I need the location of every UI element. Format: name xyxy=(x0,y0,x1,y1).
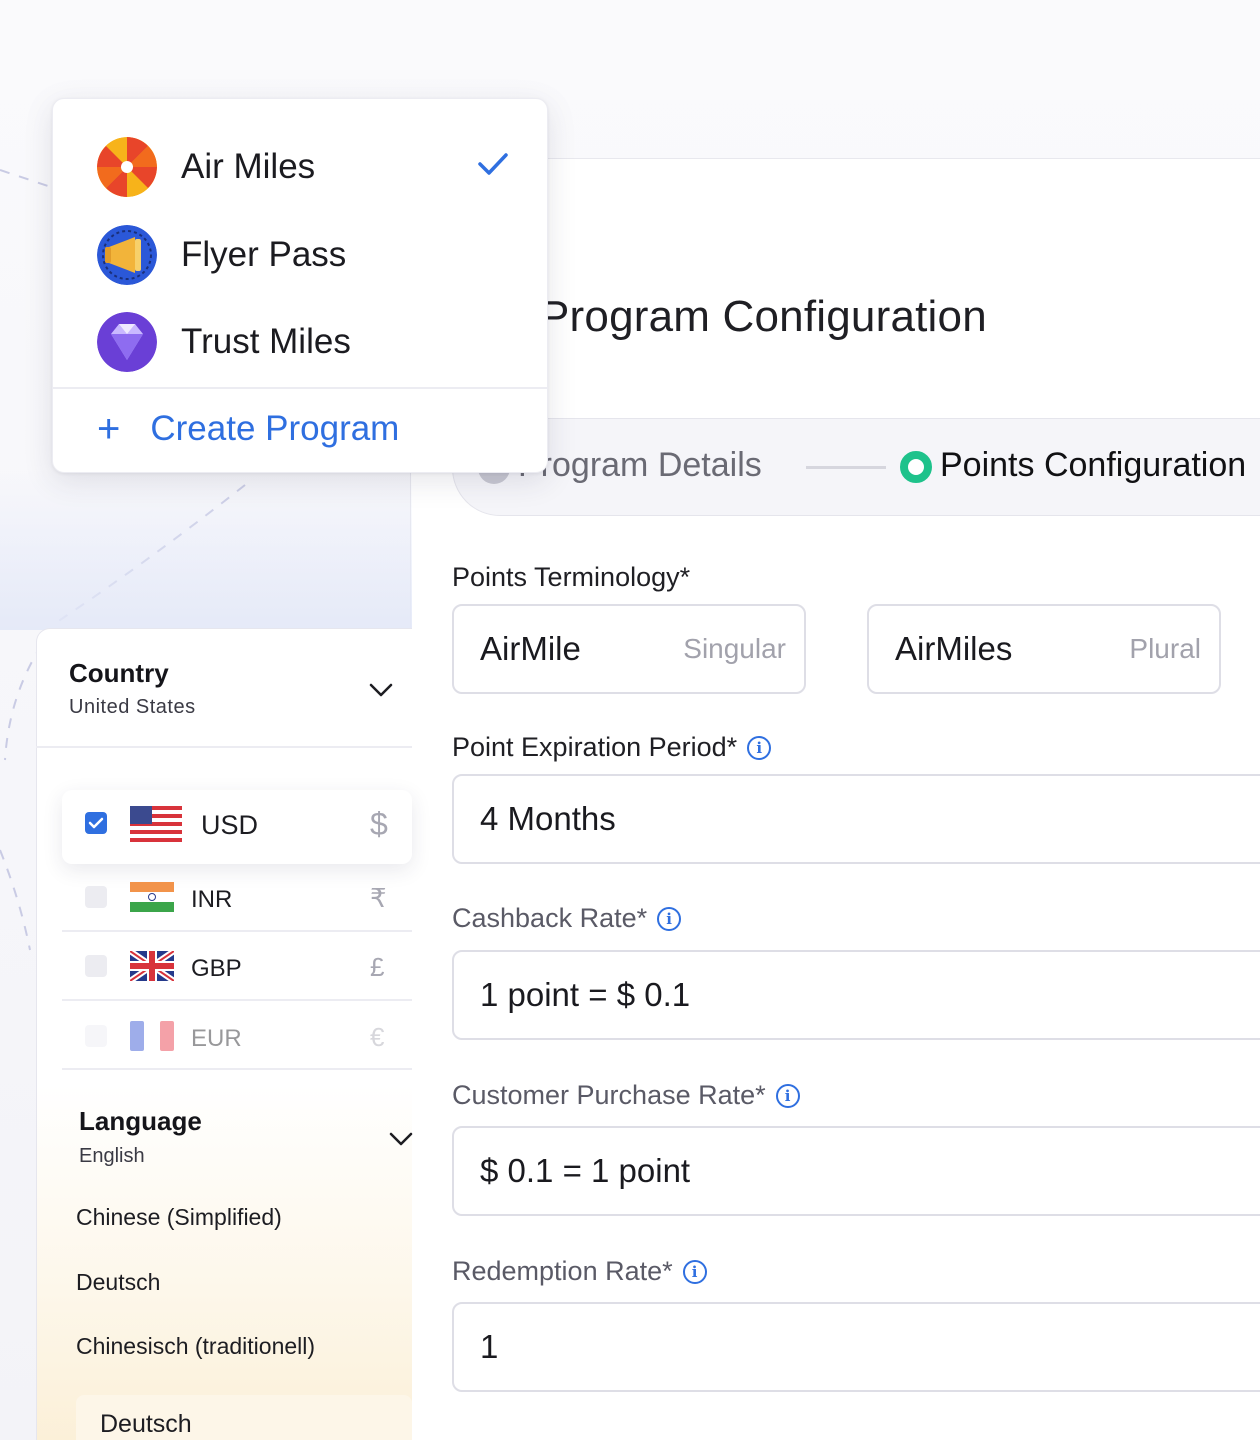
plural-term-value: AirMiles xyxy=(895,630,1013,667)
create-program-button[interactable]: + Create Program xyxy=(97,405,399,453)
expiration-label: Point Expiration Period* i xyxy=(452,732,772,763)
step-active-indicator xyxy=(900,451,932,483)
chevron-down-icon[interactable] xyxy=(388,1129,414,1149)
info-icon[interactable]: i xyxy=(775,1083,800,1108)
divider xyxy=(53,387,547,389)
redemption-rate-label: Redemption Rate* i xyxy=(452,1256,707,1287)
country-title: Country xyxy=(69,658,169,688)
checkbox-unchecked[interactable] xyxy=(85,1025,107,1047)
info-icon[interactable]: i xyxy=(747,735,772,760)
redemption-rate-input[interactable]: 1 xyxy=(452,1302,1260,1392)
singular-hint: Singular xyxy=(683,633,786,664)
program-dropdown: Air Miles Flyer Pass Trust Miles + Creat… xyxy=(52,98,548,473)
language-option[interactable]: Chinesisch (traditionell) xyxy=(76,1333,315,1360)
us-flag-icon xyxy=(130,806,182,842)
plus-icon: + xyxy=(97,406,121,451)
diamond-logo-icon xyxy=(97,312,157,372)
currency-code: GBP xyxy=(191,955,242,982)
program-name: Air Miles xyxy=(181,147,316,186)
cashback-label-text: Cashback Rate* xyxy=(452,903,648,933)
megaphone-logo-icon xyxy=(97,225,157,285)
currency-symbol: ₹ xyxy=(370,883,387,913)
france-flag-icon xyxy=(130,1021,174,1051)
step-connector xyxy=(806,466,886,469)
checkbox-unchecked[interactable] xyxy=(85,886,107,908)
program-item-trust-miles[interactable]: Trust Miles xyxy=(97,312,351,372)
currency-code: USD xyxy=(201,810,259,840)
uk-flag-icon xyxy=(130,951,174,981)
panel-glow xyxy=(0,470,412,630)
country-value: United States xyxy=(69,696,196,718)
plural-hint: Plural xyxy=(1129,633,1201,664)
divider xyxy=(62,999,412,1001)
currency-code: INR xyxy=(191,886,233,913)
divider xyxy=(62,930,412,932)
language-option[interactable]: Deutsch xyxy=(76,1269,160,1296)
currency-symbol: $ xyxy=(370,806,388,842)
step-program-details[interactable]: Program Details xyxy=(518,446,762,485)
program-item-flyer-pass[interactable]: Flyer Pass xyxy=(97,225,346,285)
program-name: Flyer Pass xyxy=(181,235,347,274)
expiration-label-text: Point Expiration Period* xyxy=(452,732,738,762)
divider xyxy=(36,746,412,748)
singular-term-value: AirMile xyxy=(480,630,581,667)
chevron-down-icon[interactable] xyxy=(368,680,394,700)
plural-term-input[interactable]: AirMiles Plural xyxy=(867,604,1221,694)
currency-code: EUR xyxy=(191,1025,242,1052)
expiration-input[interactable]: 4 Months xyxy=(452,774,1260,864)
purchase-rate-label: Customer Purchase Rate* i xyxy=(452,1080,800,1111)
points-terminology-label-text: Points Terminology* xyxy=(452,562,691,592)
checkbox-unchecked[interactable] xyxy=(85,955,107,977)
language-option[interactable]: Chinese (Simplified) xyxy=(76,1204,282,1231)
currency-symbol: £ xyxy=(370,952,385,982)
page-title: Program Configuration xyxy=(540,292,987,341)
redemption-rate-label-text: Redemption Rate* xyxy=(452,1256,673,1286)
check-icon xyxy=(478,153,508,175)
divider xyxy=(62,1068,412,1070)
purchase-rate-value: $ 0.1 = 1 point xyxy=(480,1152,691,1189)
language-value: English xyxy=(79,1145,145,1167)
redemption-rate-value: 1 xyxy=(480,1328,499,1365)
language-title: Language xyxy=(79,1106,202,1136)
currency-row-inr[interactable] xyxy=(85,886,107,908)
cashback-input[interactable]: 1 point = $ 0.1 xyxy=(452,950,1260,1040)
info-icon[interactable]: i xyxy=(657,906,682,931)
currency-row-eur[interactable] xyxy=(85,1025,107,1047)
currency-row-gbp[interactable] xyxy=(85,955,107,977)
singular-term-input[interactable]: AirMile Singular xyxy=(452,604,806,694)
program-name: Trust Miles xyxy=(181,322,351,361)
india-flag-icon xyxy=(130,882,174,912)
currency-row-usd[interactable] xyxy=(85,812,107,834)
expiration-value: 4 Months xyxy=(480,800,616,837)
cashback-value: 1 point = $ 0.1 xyxy=(480,976,691,1013)
info-icon[interactable]: i xyxy=(682,1259,707,1284)
purchase-rate-label-text: Customer Purchase Rate* xyxy=(452,1080,766,1110)
language-option[interactable]: Deutsch xyxy=(100,1410,192,1439)
step-points-configuration[interactable]: Points Configuration xyxy=(940,446,1246,485)
check-icon xyxy=(88,817,104,829)
checkbox-checked[interactable] xyxy=(85,812,107,834)
points-terminology-label: Points Terminology* xyxy=(452,562,690,593)
sunburst-logo-icon xyxy=(97,137,157,197)
create-program-label: Create Program xyxy=(150,409,400,448)
cashback-label: Cashback Rate* i xyxy=(452,903,682,934)
purchase-rate-input[interactable]: $ 0.1 = 1 point xyxy=(452,1126,1260,1216)
currency-symbol: € xyxy=(370,1022,385,1052)
program-item-air-miles[interactable]: Air Miles xyxy=(97,137,315,197)
